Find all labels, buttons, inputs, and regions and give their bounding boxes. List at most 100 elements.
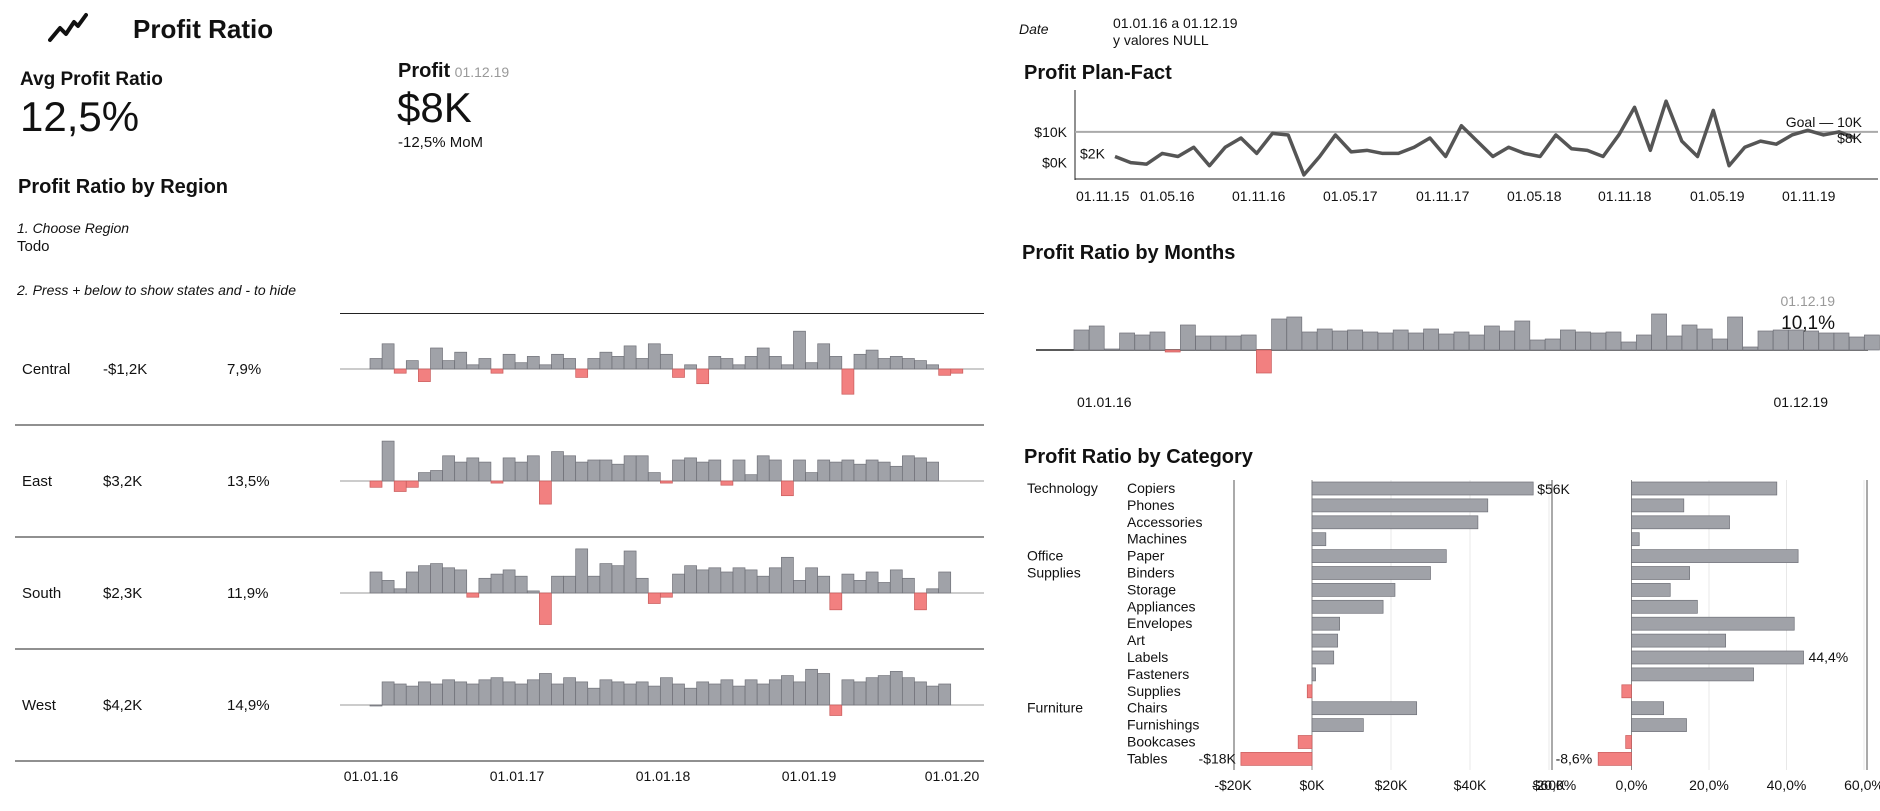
profit-bar: [1311, 667, 1316, 682]
region-bar: [889, 569, 903, 594]
region-bar: [781, 364, 794, 370]
region-bar: [587, 575, 601, 594]
plan-first-label: $2K: [1080, 145, 1106, 161]
region-bar: [405, 685, 419, 706]
months-bar: [1499, 330, 1515, 351]
region-bar: [405, 571, 419, 594]
plan-x-tick: 01.11.17: [1416, 188, 1470, 204]
region-bar: [442, 360, 455, 370]
profit-x-tick: $20K: [1375, 777, 1408, 793]
region-bar: [684, 457, 697, 482]
ratio-bar: [1631, 599, 1698, 614]
region-bar: [514, 575, 528, 594]
region-bar: [732, 567, 746, 594]
plan-y-tick: $0K: [1042, 155, 1068, 171]
months-bar: [1423, 328, 1439, 351]
plan-fact-title: Profit Plan-Fact: [1024, 62, 1172, 84]
profit-bar: [1311, 599, 1384, 614]
region-filter-value[interactable]: Todo: [17, 238, 50, 255]
ratio-min-label: -8,6%: [1556, 750, 1593, 766]
profit-label: Profit: [398, 60, 451, 82]
region-bar: [599, 679, 613, 706]
region-bar: [817, 343, 831, 370]
region-bar: [623, 455, 637, 482]
region-bar: [841, 573, 855, 594]
region-profit: $3,2K: [103, 473, 142, 490]
plan-x-tick: 01.11.15: [1076, 188, 1130, 204]
months-bar: [1544, 338, 1561, 351]
region-bar: [635, 358, 649, 370]
region-bar: [841, 459, 855, 482]
months-last-date: 01.12.19: [1781, 293, 1836, 309]
region-bar: [817, 673, 831, 706]
region-bar: [720, 480, 734, 486]
region-bar: [647, 343, 661, 370]
region-bar: [490, 368, 504, 374]
months-bar: [1408, 332, 1424, 351]
months-bar: [1332, 330, 1348, 351]
press-hint: 2. Press + below to show states and - to…: [17, 282, 296, 298]
region-bar: [369, 358, 383, 370]
months-bar: [1636, 334, 1652, 351]
region-x-tick: 01.01.17: [490, 768, 545, 784]
region-x-tick: 01.01.18: [636, 768, 691, 784]
ratio-bar: [1625, 735, 1632, 749]
months-bar: [1271, 318, 1287, 351]
months-bar: [1438, 333, 1455, 351]
region-bar: [563, 358, 576, 370]
months-bar: [1742, 346, 1759, 351]
region-bar: [514, 461, 528, 482]
ratio-bar: [1631, 701, 1665, 716]
plan-goal-label: Goal — 10K: [1786, 114, 1863, 130]
months-bar: [1362, 331, 1379, 351]
region-bar: [381, 580, 395, 594]
region-profit: -$1,2K: [103, 361, 147, 378]
category-label: Paper: [1127, 548, 1165, 564]
category-label: Tables: [1127, 750, 1167, 766]
region-bar: [889, 356, 903, 370]
region-bar: [466, 683, 480, 706]
months-x-start: 01.01.16: [1077, 394, 1132, 410]
region-bar: [466, 364, 480, 370]
ratio-bar: [1631, 633, 1727, 648]
region-bar: [877, 461, 891, 482]
months-bar: [1514, 320, 1531, 351]
region-bar: [502, 569, 516, 594]
region-bar: [623, 550, 637, 594]
category-chart: TechnologyOfficeSuppliesFurnitureCopiers…: [1027, 480, 1880, 793]
region-section-title: Profit Ratio by Region: [18, 176, 228, 198]
region-bar: [478, 461, 492, 482]
region-bar: [902, 677, 915, 706]
region-bar: [442, 455, 455, 482]
date-filter-range: 01.01.16 a 01.12.19: [1113, 15, 1238, 31]
region-bar: [466, 592, 480, 598]
profit-bar: [1306, 684, 1313, 699]
ratio-bar: [1631, 616, 1795, 631]
region-bar: [563, 455, 576, 482]
region-bar: [381, 681, 395, 706]
region-bar: [490, 677, 504, 706]
category-label: Furnishings: [1127, 717, 1199, 733]
region-bar: [853, 463, 867, 482]
ratio-bar: [1631, 532, 1640, 547]
months-bar: [1149, 331, 1166, 351]
region-bar: [647, 592, 661, 604]
region-bar: [902, 455, 915, 482]
ratio-bar: [1631, 498, 1685, 513]
date-filter-value[interactable]: 01.01.16 a 01.12.19 y valores NULL: [1113, 15, 1238, 49]
region-bar: [623, 683, 637, 706]
months-title: Profit Ratio by Months: [1022, 242, 1236, 264]
months-bar: [1392, 329, 1409, 351]
category-label: Art: [1127, 632, 1145, 648]
region-bar: [502, 681, 516, 706]
region-name: West: [22, 697, 57, 714]
category-label: Copiers: [1127, 480, 1175, 496]
region-ratio: 14,9%: [227, 697, 270, 714]
months-bar: [1712, 338, 1728, 351]
region-bar: [635, 455, 649, 482]
region-bar: [756, 455, 770, 482]
region-bar: [781, 556, 794, 594]
region-bar: [865, 459, 879, 482]
months-bar: [1256, 349, 1272, 374]
region-bar: [587, 358, 601, 370]
